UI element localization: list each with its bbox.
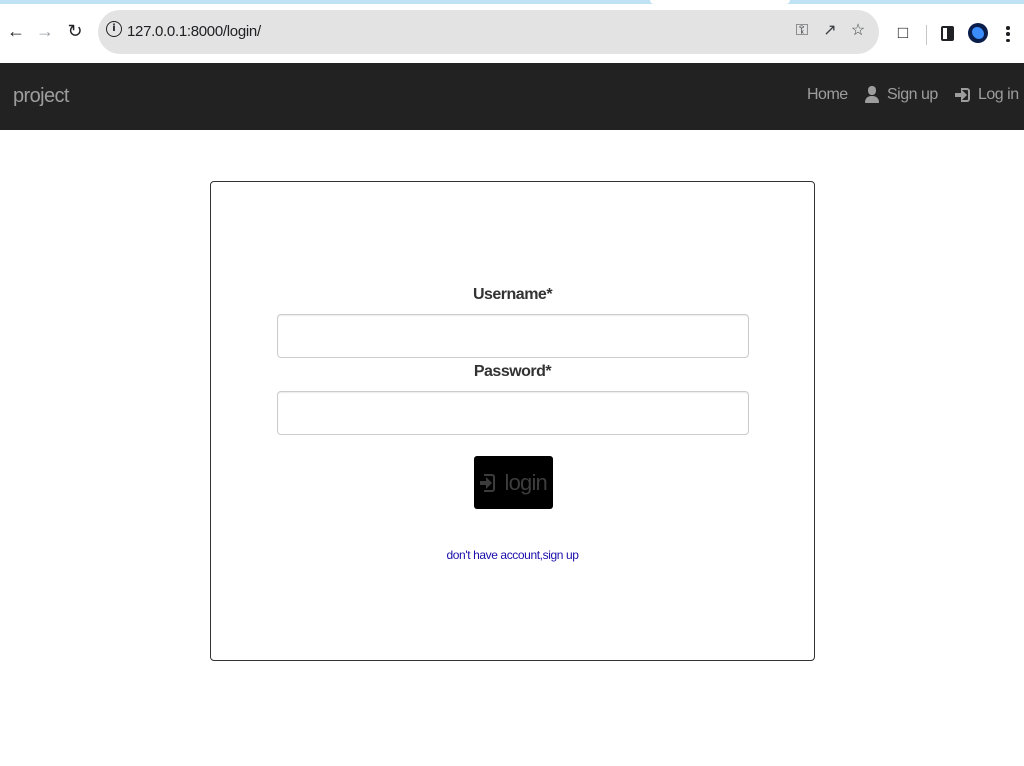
key-icon[interactable]: ⚿ bbox=[792, 21, 812, 41]
password-label: Password* bbox=[473, 363, 552, 380]
reload-icon[interactable]: ↻ bbox=[64, 20, 86, 42]
signup-link[interactable]: don't have account,sign up bbox=[211, 548, 814, 562]
info-icon[interactable]: i bbox=[106, 21, 122, 37]
nav-home-link[interactable]: Home bbox=[807, 86, 848, 104]
nav-home-label: Home bbox=[807, 86, 848, 103]
nav-signup-label: Sign up bbox=[887, 86, 938, 103]
login-card: Username* Password* login don't have acc… bbox=[210, 181, 815, 661]
share-icon[interactable]: ↗ bbox=[820, 21, 840, 41]
browser-toolbar: ← → ↻ i 127.0.0.1:8000/login/ ⚿ ↗ ☆ □ bbox=[0, 4, 1024, 63]
user-icon bbox=[865, 86, 879, 104]
brand-link[interactable]: project bbox=[13, 85, 69, 108]
address-bar[interactable]: i 127.0.0.1:8000/login/ ⚿ ↗ ☆ bbox=[98, 10, 879, 54]
nav-login-link[interactable]: Log in bbox=[955, 86, 1019, 104]
avatar[interactable] bbox=[968, 23, 988, 43]
login-button[interactable]: login bbox=[474, 456, 553, 509]
log-in-icon bbox=[955, 87, 970, 103]
kebab-menu-icon[interactable] bbox=[1001, 24, 1015, 44]
log-in-icon bbox=[480, 473, 495, 493]
puzzle-icon[interactable]: □ bbox=[893, 21, 913, 43]
username-label: Username* bbox=[472, 286, 553, 303]
nav-signup-link[interactable]: Sign up bbox=[865, 86, 938, 104]
toolbar-divider bbox=[926, 25, 927, 45]
forward-arrow-icon[interactable]: → bbox=[34, 20, 56, 42]
star-icon[interactable]: ☆ bbox=[848, 21, 868, 41]
username-input[interactable] bbox=[277, 314, 749, 358]
side-panel-icon[interactable] bbox=[941, 26, 954, 41]
site-navbar: project Home Sign up Log in bbox=[0, 63, 1024, 130]
url-text[interactable]: 127.0.0.1:8000/login/ bbox=[127, 23, 261, 40]
login-button-label: login bbox=[504, 469, 548, 495]
back-arrow-icon[interactable]: ← bbox=[5, 20, 27, 42]
nav-login-label: Log in bbox=[978, 86, 1019, 103]
password-input[interactable] bbox=[277, 391, 749, 435]
